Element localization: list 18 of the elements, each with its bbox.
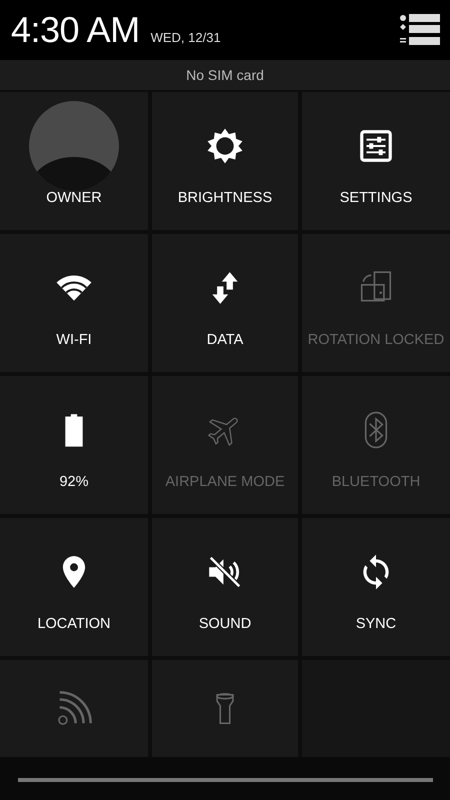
quick-setting-tile[interactable]: SETTINGS (302, 92, 450, 230)
quick-setting-tile[interactable]: BRIGHTNESS (152, 92, 298, 230)
sim-status-text: No SIM card (186, 67, 264, 83)
quick-setting-tile[interactable]: OWNER (0, 92, 148, 230)
quick-setting-tile[interactable]: SYNC (302, 518, 450, 656)
quick-setting-tile[interactable]: DATA (152, 234, 298, 372)
date-text: WED, 12/31 (150, 30, 221, 44)
quick-setting-tile[interactable] (152, 660, 298, 757)
brightness-icon (206, 126, 244, 165)
quick-setting-tile[interactable]: 92% (0, 376, 148, 514)
signal-arcs-icon (55, 690, 93, 728)
quick-setting-tile[interactable] (0, 660, 148, 757)
clock-time: 4:30 AM (11, 9, 140, 51)
quick-setting-tile[interactable]: WI-FI (0, 234, 148, 372)
quick-setting-tile[interactable]: LOCATION (0, 518, 148, 656)
drag-handle[interactable] (18, 778, 432, 782)
notification-list-icon[interactable] (400, 14, 440, 46)
quick-setting-tile[interactable]: SOUND (152, 518, 298, 656)
